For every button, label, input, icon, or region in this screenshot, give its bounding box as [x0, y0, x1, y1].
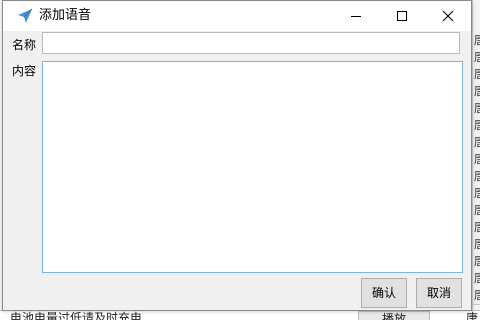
content-textarea[interactable] — [42, 61, 463, 273]
background-column-cell[interactable]: 唐 — [473, 202, 480, 220]
add-voice-dialog: 添加语音 名称 内容 确认 取消 — [2, 0, 472, 311]
background-cell-label: 唐 — [474, 220, 480, 234]
background-column-cell[interactable]: 唐 — [473, 134, 480, 152]
background-cell-label: 唐 — [474, 271, 480, 285]
background-cell-label: 唐 — [474, 169, 480, 183]
dialog-title: 添加语音 — [39, 8, 92, 23]
cancel-button[interactable]: 取消 — [416, 278, 462, 308]
minimize-icon — [351, 16, 361, 17]
background-row-edit[interactable]: 唐 — [466, 311, 478, 320]
name-label: 名称 — [12, 38, 37, 52]
background-column-cell[interactable]: 唐 — [473, 185, 480, 203]
background-column-cell[interactable]: 唐 — [473, 253, 480, 271]
background-column-cell[interactable]: 唐 — [473, 32, 480, 50]
content-label: 内容 — [12, 64, 37, 78]
background-cell-label: 唐 — [474, 84, 480, 98]
confirm-button[interactable]: 确认 — [361, 278, 407, 308]
background-cell-label: 唐 — [474, 50, 480, 64]
background-column-cell[interactable]: 唐 — [473, 100, 480, 118]
background-cell-label: 唐 — [474, 186, 480, 200]
background-cell-label: 唐 — [474, 118, 480, 132]
background-cell-label: 唐 — [474, 67, 480, 81]
background-cell-label: 唐 — [474, 237, 480, 251]
send-arrow-icon — [17, 8, 33, 24]
close-button[interactable] — [425, 1, 471, 31]
dialog-titlebar[interactable]: 添加语音 — [3, 1, 471, 31]
background-column-cell[interactable]: 唐 — [473, 83, 480, 101]
background-cell-label: 唐 — [474, 152, 480, 166]
close-icon — [442, 10, 454, 22]
background-column-cell[interactable]: 唐 — [473, 117, 480, 135]
background-column-cell[interactable]: 唐 — [473, 287, 480, 305]
background-column-cell[interactable]: 唐 — [473, 270, 480, 288]
background-column-cell[interactable]: 唐 — [473, 168, 480, 186]
background-cell-label: 唐 — [474, 254, 480, 268]
background-cell-label: 唐 — [474, 101, 480, 115]
background-cell-label: 唐 — [474, 288, 480, 302]
screen: 唐唐唐唐唐唐唐唐唐唐唐唐唐唐唐唐 电池电量过低请及时充电 播放 唐 添加语音 — [0, 0, 480, 320]
background-column-cell[interactable]: 唐 — [473, 219, 480, 237]
background-table-row: 电池电量过低请及时充电 播放 唐 — [0, 310, 480, 320]
background-column-cell[interactable]: 唐 — [473, 66, 480, 84]
maximize-button[interactable] — [379, 1, 425, 31]
background-column-cell[interactable]: 唐 — [473, 236, 480, 254]
background-column-cell[interactable]: 唐 — [473, 151, 480, 169]
background-row-text: 电池电量过低请及时充电 — [10, 311, 143, 320]
minimize-button[interactable] — [333, 1, 379, 31]
background-cell-label: 唐 — [474, 135, 480, 149]
background-column-cell[interactable]: 唐 — [473, 49, 480, 67]
background-cell-label: 唐 — [474, 203, 480, 217]
background-cell-label: 唐 — [474, 33, 480, 47]
background-play-button[interactable]: 播放 — [358, 311, 430, 320]
maximize-icon — [397, 11, 407, 21]
name-input[interactable] — [42, 32, 460, 54]
